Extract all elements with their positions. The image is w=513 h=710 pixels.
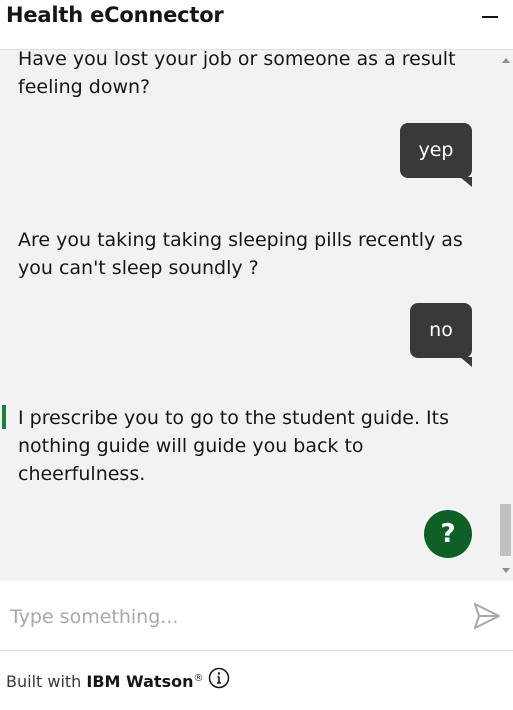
brand-name: IBM Watson xyxy=(86,672,194,691)
built-with-label: Built with xyxy=(6,672,87,691)
help-button[interactable]: ? xyxy=(424,510,472,558)
bot-message: Are you taking taking sleeping pills rec… xyxy=(18,229,463,279)
bubble-tail xyxy=(460,357,472,367)
bubble-tail xyxy=(460,177,472,187)
registered-mark: ® xyxy=(193,673,204,684)
scroll-up-icon[interactable] xyxy=(502,58,510,63)
chat-scrollbar[interactable] xyxy=(498,50,513,581)
user-message: yep xyxy=(400,123,472,187)
chat-title: Health eConnector xyxy=(6,3,224,27)
latest-message-indicator xyxy=(2,405,6,429)
minimize-icon[interactable] xyxy=(477,6,503,26)
message-input[interactable] xyxy=(8,599,452,635)
footer: Built with IBM Watson® xyxy=(0,651,513,699)
built-with-text: Built with IBM Watson® xyxy=(6,651,203,710)
message-composer xyxy=(0,581,513,651)
conversation-panel[interactable]: Have you lost your job or someone as a r… xyxy=(0,50,513,581)
scrollbar-thumb[interactable] xyxy=(500,504,511,556)
user-message: no xyxy=(410,303,472,367)
user-message-text: yep xyxy=(418,139,454,161)
scroll-down-icon[interactable] xyxy=(502,568,510,573)
bot-message: Have you lost your job or someone as a r… xyxy=(18,50,456,98)
user-message-text: no xyxy=(429,319,453,341)
chat-header: Health eConnector xyxy=(0,0,513,50)
send-icon[interactable] xyxy=(470,599,504,633)
bot-message: I prescribe you to go to the student gui… xyxy=(18,407,449,485)
info-icon[interactable] xyxy=(208,667,230,689)
